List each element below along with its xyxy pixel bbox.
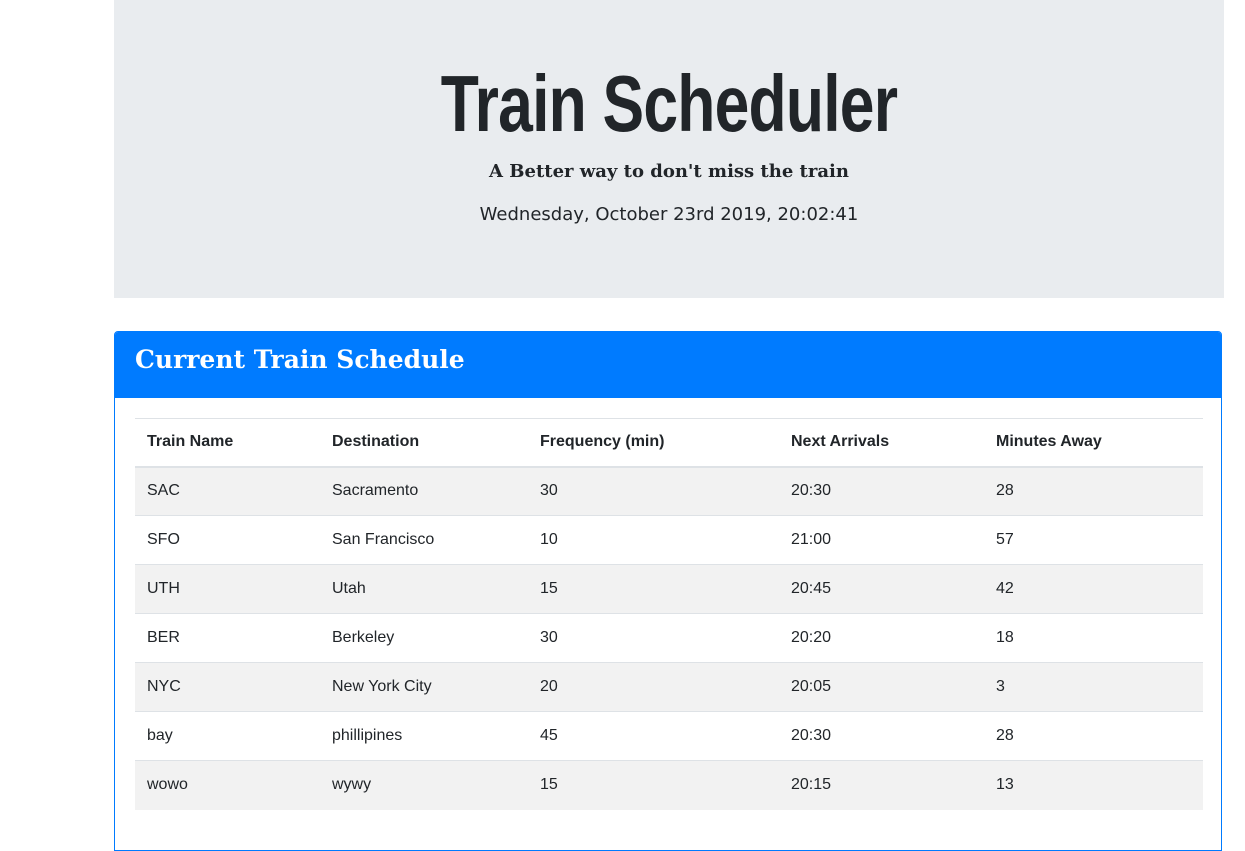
- table-row: wowo wywy 15 20:15 13: [135, 760, 1203, 810]
- table-row: SFO San Francisco 10 21:00 57: [135, 515, 1203, 565]
- schedule-card: Current Train Schedule Train Name Destin…: [114, 331, 1222, 851]
- table-row: SAC Sacramento 30 20:30 28: [135, 466, 1203, 516]
- cell-train-name: bay: [135, 711, 320, 761]
- page-subtitle: A Better way to don't miss the train: [489, 161, 849, 182]
- cell-frequency: 15: [528, 760, 779, 810]
- schedule-table: Train Name Destination Frequency (min) N…: [135, 418, 1203, 810]
- schedule-title: Current Train Schedule: [135, 345, 465, 374]
- cell-train-name: SAC: [135, 466, 320, 516]
- schedule-card-header: Current Train Schedule: [115, 332, 1221, 398]
- cell-minutes-away: 42: [984, 564, 1203, 614]
- cell-destination: San Francisco: [320, 515, 528, 565]
- cell-destination: Sacramento: [320, 466, 528, 516]
- cell-minutes-away: 28: [984, 711, 1203, 761]
- cell-destination: Utah: [320, 564, 528, 614]
- cell-frequency: 30: [528, 613, 779, 663]
- current-datetime: Wednesday, October 23rd 2019, 20:02:41: [479, 204, 859, 225]
- cell-train-name: wowo: [135, 760, 320, 810]
- column-header-train-name: Train Name: [135, 418, 320, 468]
- cell-frequency: 30: [528, 466, 779, 516]
- table-row: bay phillipines 45 20:30 28: [135, 711, 1203, 761]
- cell-next-arrival: 20:20: [779, 613, 984, 663]
- cell-frequency: 45: [528, 711, 779, 761]
- cell-train-name: BER: [135, 613, 320, 663]
- cell-train-name: NYC: [135, 662, 320, 712]
- cell-next-arrival: 20:05: [779, 662, 984, 712]
- cell-minutes-away: 3: [984, 662, 1203, 712]
- cell-minutes-away: 13: [984, 760, 1203, 810]
- cell-destination: New York City: [320, 662, 528, 712]
- cell-frequency: 15: [528, 564, 779, 614]
- cell-train-name: SFO: [135, 515, 320, 565]
- jumbotron-header: Train Scheduler A Better way to don't mi…: [114, 0, 1224, 298]
- cell-frequency: 10: [528, 515, 779, 565]
- column-header-next-arrivals: Next Arrivals: [779, 418, 984, 468]
- table-row: NYC New York City 20 20:05 3: [135, 662, 1203, 712]
- cell-next-arrival: 20:45: [779, 564, 984, 614]
- column-header-frequency: Frequency (min): [528, 418, 779, 468]
- cell-next-arrival: 20:15: [779, 760, 984, 810]
- column-header-destination: Destination: [320, 418, 528, 468]
- table-row: BER Berkeley 30 20:20 18: [135, 613, 1203, 663]
- cell-next-arrival: 20:30: [779, 711, 984, 761]
- cell-train-name: UTH: [135, 564, 320, 614]
- cell-destination: Berkeley: [320, 613, 528, 663]
- cell-destination: phillipines: [320, 711, 528, 761]
- cell-minutes-away: 28: [984, 466, 1203, 516]
- column-header-minutes-away: Minutes Away: [984, 418, 1203, 468]
- page-title: Train Scheduler: [440, 59, 898, 148]
- cell-destination: wywy: [320, 760, 528, 810]
- table-header-row: Train Name Destination Frequency (min) N…: [135, 418, 1203, 468]
- cell-minutes-away: 57: [984, 515, 1203, 565]
- cell-frequency: 20: [528, 662, 779, 712]
- cell-next-arrival: 21:00: [779, 515, 984, 565]
- cell-next-arrival: 20:30: [779, 466, 984, 516]
- table-row: UTH Utah 15 20:45 42: [135, 564, 1203, 614]
- cell-minutes-away: 18: [984, 613, 1203, 663]
